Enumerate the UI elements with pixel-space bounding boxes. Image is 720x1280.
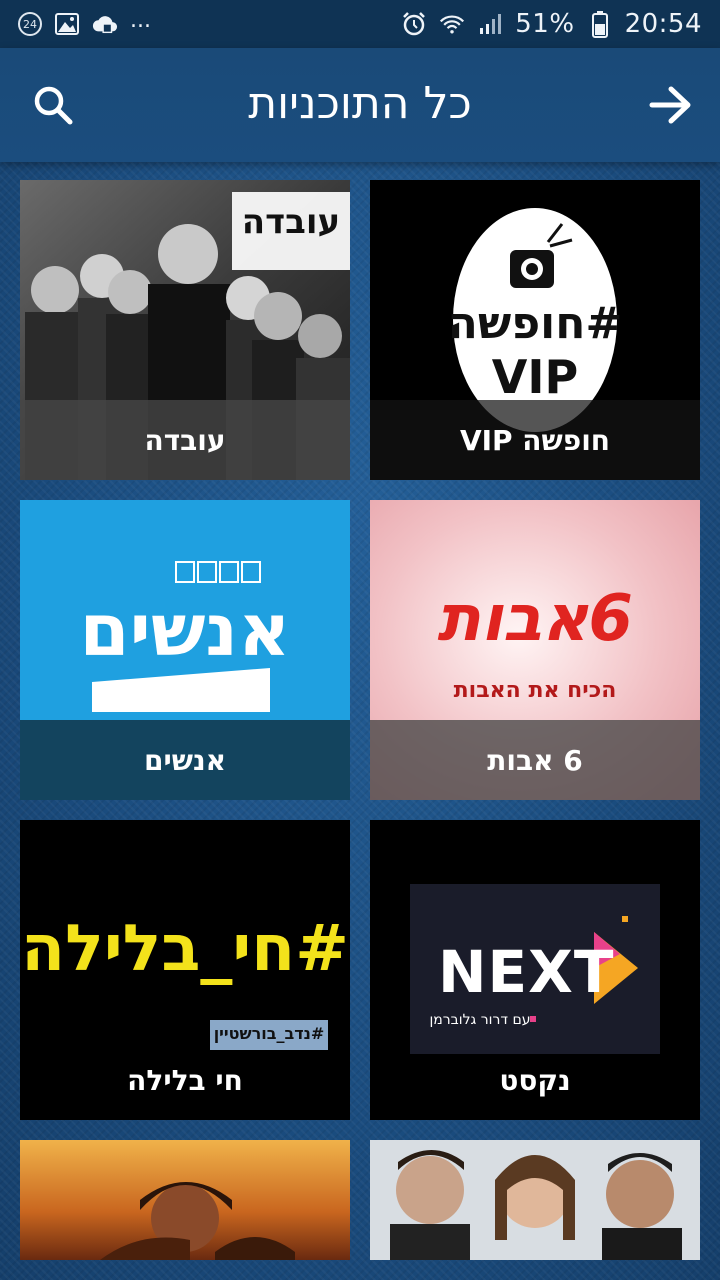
program-card-hufsha-vip[interactable]: #חופשה VIP חופשה VIP [370,180,700,480]
signal-icon [477,11,503,37]
6-avot-logo-text: 6אבות [437,582,633,656]
uvda-logo-text: עובדה [241,202,341,242]
status-bar-right: 51% 20:54 [401,9,702,39]
app-bar: כל התוכניות [0,48,720,162]
next-logo-text: NEXT [438,938,615,1006]
program-title: נקסט [499,1063,571,1097]
notification-count-icon: 24 [18,12,42,36]
arrow-right-icon[interactable] [646,82,696,128]
status-bar: 24 ... 51% 20:54 [0,0,720,48]
clock: 20:54 [624,9,702,39]
program-card-hai-balayla[interactable]: #חי_בלילה #נדב_בורשטיין חי בלילה [20,820,350,1120]
alarm-icon [401,11,427,37]
program-card-uvda[interactable]: עובדה עובדה [20,180,350,480]
hufsha-logo-vip: VIP [491,350,579,404]
program-card-next[interactable]: NEXT עם דרור גלוברמן נקסט [370,820,700,1120]
next-logo-subtitle: עם דרור גלוברמן [429,1012,531,1028]
battery-icon [587,11,613,38]
gallery-icon [54,11,80,37]
anashim-logo-text: אנשים [79,588,291,672]
program-title: אנשים [20,720,350,800]
program-title: חופשה VIP [370,400,700,480]
program-card-6-avot[interactable]: 6אבות הכיח את האבות 6 אבות [370,500,700,800]
program-card-drama[interactable] [370,1140,700,1260]
battery-percent: 51% [515,9,575,39]
overflow-notifications: ... [130,7,151,33]
6-avot-logo-subtitle: הכיח את האבות [453,678,617,703]
program-card-anashim[interactable]: אנשים אנשים [20,500,350,800]
wifi-icon [439,11,465,37]
hai-balayla-logo-text: #חי_בלילה [21,912,349,986]
cloud-sync-icon [92,11,118,37]
poster-image [20,1140,350,1260]
program-title: חי בלילה [127,1063,243,1097]
page-title: כל התוכניות [248,78,472,129]
program-card-poster[interactable] [20,1140,350,1260]
program-title: עובדה [20,400,350,480]
drama-cast-image [370,1140,700,1260]
status-bar-left: 24 ... [18,7,151,37]
program-title: 6 אבות [370,720,700,800]
hufsha-logo-text: #חופשה [447,298,623,349]
